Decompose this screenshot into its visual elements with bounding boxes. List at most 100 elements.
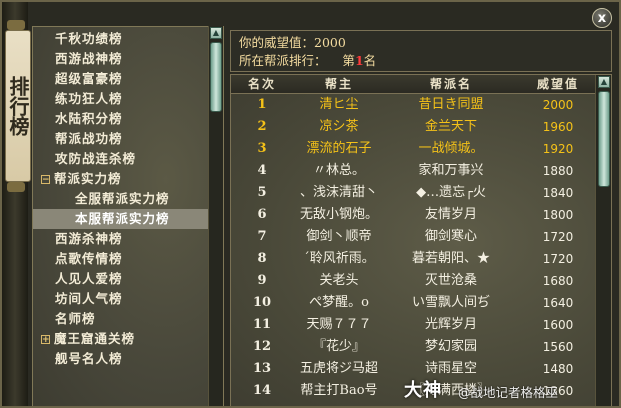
category-label: 魔王窟通关榜 (54, 331, 136, 346)
category-item[interactable]: 西游杀神榜 (33, 229, 223, 249)
guild-cell: 光辉岁月 (424, 317, 477, 332)
category-item[interactable]: 千秋功绩榜 (33, 29, 223, 49)
category-scrollbar[interactable]: ▲ (208, 26, 223, 406)
scroll-thumb[interactable] (210, 42, 222, 112)
category-label: 水陆积分榜 (55, 111, 123, 126)
category-label: 超级富豪榜 (55, 71, 123, 86)
category-label: 点歌传情榜 (55, 251, 123, 266)
guild-cell: い雪飘人间ぢ (411, 295, 490, 310)
category-item[interactable]: 舰号名人榜 (33, 349, 223, 369)
table-row[interactable]: 3 漂流的石子 一战倾城。 1920 (231, 138, 595, 160)
guild-cell: 诗雨星空 (424, 361, 477, 376)
category-label: 西游战神榜 (55, 51, 123, 66)
expand-icon[interactable]: + (41, 335, 50, 345)
category-item[interactable]: 本服帮派实力榜 (33, 209, 223, 229)
watermark-logo: 大神 (404, 380, 442, 401)
category-item[interactable]: 攻防战连杀榜 (33, 149, 223, 169)
scroll-knob-bottom (7, 182, 25, 192)
guild-cell: ◆…遗忘┌火 (416, 185, 486, 200)
category-label: 本服帮派实力榜 (75, 211, 170, 226)
table-row[interactable]: 7 御剑丶顺帝 御剑寒心 1720 (231, 226, 595, 248)
category-label: 人见人爱榜 (55, 271, 123, 286)
prestige-cell: 1480 (542, 362, 574, 376)
table-row[interactable]: 10 ぺ梦醒。o い雪飘人间ぢ 1640 (231, 292, 595, 314)
category-item[interactable]: 人见人爱榜 (33, 269, 223, 289)
guild-cell: 昔日き同盟 (418, 97, 484, 112)
prestige-line: 你的威望值：2000 (239, 34, 603, 52)
category-item[interactable]: 坊间人气榜 (33, 289, 223, 309)
watermark-text: @战地记者格格巫 (458, 385, 559, 400)
category-item[interactable]: 点歌传情榜 (33, 249, 223, 269)
category-label: 全服帮派实力榜 (75, 191, 170, 206)
prestige-cell: 1680 (542, 274, 574, 288)
leaderboard-banner: 排行榜 (5, 30, 31, 182)
ranking-category-panel: 千秋功绩榜 西游战神榜 超级富豪榜 练功狂人榜 水陆积分榜 帮派战功榜 攻防战连杀榜 − 帮派实… (32, 26, 224, 406)
category-label: 练功狂人榜 (55, 91, 123, 106)
table-row[interactable]: 9 关老头 灭世沧桑 1680 (231, 270, 595, 292)
header-guild: 帮派名 (429, 77, 472, 91)
category-item[interactable]: 帮派战功榜 (33, 129, 223, 149)
prestige-cell: 1720 (542, 230, 574, 244)
prestige-cell: 1960 (542, 120, 574, 134)
table-row[interactable]: 6 无敌小钢炮。 友情岁月 1800 (231, 204, 595, 226)
decorative-scroll-bar: 排行榜 (2, 2, 31, 406)
scroll-up-button[interactable]: ▲ (210, 27, 222, 39)
table-header: 名次 帮主 帮派名 威望值 (231, 75, 595, 94)
table-scroll-up-button[interactable]: ▲ (598, 76, 610, 88)
category-label: 千秋功绩榜 (55, 31, 123, 46)
category-label: 坊间人气榜 (55, 291, 123, 306)
category-label: 帮派实力榜 (54, 171, 122, 186)
category-item[interactable]: − 帮派实力榜 (33, 169, 223, 189)
ranking-table: 名次 帮主 帮派名 威望值 1 清ヒ尘 昔日き同盟 2000 2 凉シ茶 金兰天下 1960 3… (230, 74, 612, 406)
prestige-cell: 1720 (542, 252, 574, 266)
guild-cell: 一战倾城。 (418, 141, 484, 156)
category-item[interactable]: 超级富豪榜 (33, 69, 223, 89)
guild-rank-value: 1 (354, 53, 364, 68)
category-label: 攻防战连杀榜 (55, 151, 137, 166)
guild-cell: 家和万事兴 (418, 163, 484, 178)
collapse-icon[interactable]: − (41, 175, 50, 185)
guild-cell: 暮若朝阳、★ (411, 251, 490, 266)
category-item[interactable]: 西游战神榜 (33, 49, 223, 69)
category-label: 舰号名人榜 (55, 351, 123, 366)
prestige-cell: 1560 (542, 340, 574, 354)
prestige-cell: 1840 (542, 186, 574, 200)
category-label: 名师榜 (55, 311, 96, 326)
guild-cell: 梦幻家园 (424, 339, 477, 354)
table-scrollbar[interactable]: ▲ (595, 75, 611, 406)
table-row[interactable]: 12 『花少』 梦幻家园 1560 (231, 336, 595, 358)
guild-rank-label: 所在帮派排行： (239, 53, 327, 68)
leaderboard-window: 排行榜 千秋功绩榜西游战神榜超级富豪榜练功狂人榜水陆积分榜帮派战功榜攻防战连杀榜… (0, 0, 621, 408)
prestige-cell: 1800 (542, 208, 574, 222)
prestige-cell: 1880 (542, 164, 574, 178)
close-button[interactable]: x (592, 8, 612, 28)
player-info-box: 你的威望值：2000 所在帮派排行： 第1名 (230, 30, 612, 72)
table-row[interactable]: 11 天赐７７７ 光辉岁月 1600 (231, 314, 595, 336)
table-row[interactable]: 5 、浅沫清甜丶 ◆…遗忘┌火 1840 (231, 182, 595, 204)
header-prestige: 威望值 (536, 77, 579, 91)
category-item[interactable]: 水陆积分榜 (33, 109, 223, 129)
guild-rank-line: 所在帮派排行： 第1名 (239, 52, 603, 70)
category-label: 帮派战功榜 (55, 131, 123, 146)
prestige-cell: 1920 (542, 142, 574, 156)
category-item[interactable]: + 魔王窟通关榜 (33, 329, 223, 349)
prestige-cell: 2000 (542, 98, 574, 112)
ranking-category-list: 千秋功绩榜 西游战神榜 超级富豪榜 练功狂人榜 水陆积分榜 帮派战功榜 攻防战连杀榜 − 帮派实… (33, 27, 223, 369)
prestige-cell: 1600 (542, 318, 574, 332)
guild-cell: 灭世沧桑 (424, 273, 477, 288)
table-scroll-thumb[interactable] (598, 91, 610, 187)
prestige-value: 2000 (314, 35, 346, 50)
prestige-label: 你的威望值： (239, 35, 315, 50)
guild-rank-prefix: 第 (342, 53, 355, 68)
category-item[interactable]: 全服帮派实力榜 (33, 189, 223, 209)
category-item[interactable]: 名师榜 (33, 309, 223, 329)
guild-cell: 友情岁月 (424, 207, 477, 222)
table-row[interactable]: 2 凉シ茶 金兰天下 1960 (231, 116, 595, 138)
category-item[interactable]: 练功狂人榜 (33, 89, 223, 109)
guild-cell: 御剑寒心 (424, 229, 477, 244)
scroll-knob-top (7, 20, 25, 30)
table-row[interactable]: 8 ˊ聆风祈雨。 暮若朝阳、★ 1720 (231, 248, 595, 270)
table-row[interactable]: 4 〃林总。 家和万事兴 1880 (231, 160, 595, 182)
table-row[interactable]: 1 清ヒ尘 昔日き同盟 2000 (231, 94, 595, 116)
guild-cell: 金兰天下 (424, 119, 477, 134)
